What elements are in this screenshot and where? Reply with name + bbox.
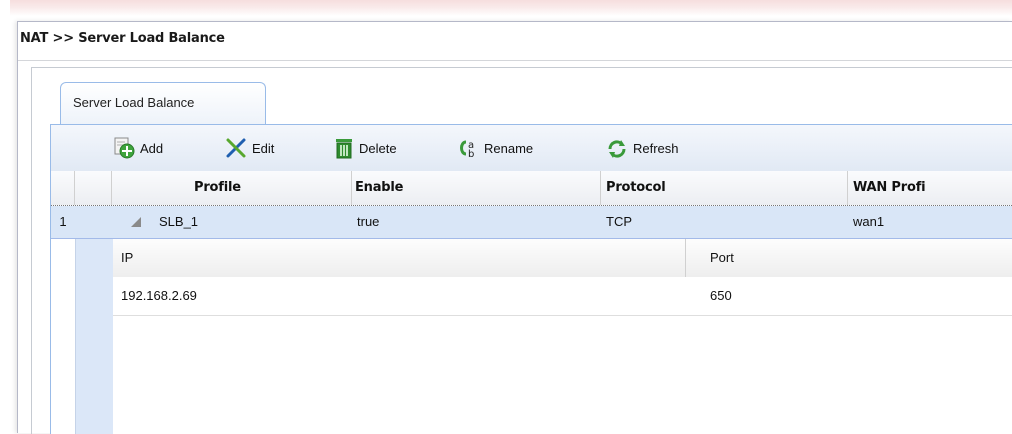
edit-button[interactable]: Edit: [225, 137, 274, 159]
header-enable[interactable]: Enable: [352, 171, 601, 205]
edit-label: Edit: [252, 140, 275, 156]
refresh-label: Refresh: [633, 140, 679, 156]
add-icon: [113, 137, 135, 159]
expanded-row-gutter: [51, 239, 114, 434]
cell-profile: SLB_1: [159, 214, 199, 229]
refresh-button[interactable]: Refresh: [606, 137, 679, 159]
refresh-icon: [606, 137, 628, 159]
header-index: [51, 171, 75, 205]
toolbar: Add Edit Delete a b Rename Refresh: [51, 125, 1012, 172]
rename-icon: a b: [457, 137, 479, 159]
rename-button[interactable]: a b Rename: [457, 137, 533, 159]
tab-server-load-balance[interactable]: Server Load Balance: [60, 82, 266, 124]
delete-icon: [334, 137, 354, 159]
subheader-ip[interactable]: IP: [113, 239, 686, 277]
header-protocol[interactable]: Protocol: [601, 171, 848, 205]
header-wan-profile[interactable]: WAN Profi: [848, 171, 1012, 205]
cell-wan-profile: wan1: [853, 214, 885, 229]
add-label: Add: [140, 140, 164, 156]
subgrid-row[interactable]: 192.168.2.69 650: [113, 277, 1012, 316]
row-index: 1: [59, 214, 67, 229]
divider: [18, 60, 1012, 61]
header-expander: [75, 171, 112, 205]
svg-text:b: b: [468, 149, 474, 159]
expand-arrow-icon[interactable]: [129, 206, 145, 238]
main-window: NAT >> Server Load Balance Server Load B…: [17, 21, 1012, 434]
grid-header: Profile Enable Protocol WAN Profi: [51, 171, 1012, 206]
add-button[interactable]: Add: [113, 137, 163, 159]
subgrid-header: IP Port: [113, 239, 1012, 278]
tab-label: Server Load Balance: [73, 95, 195, 110]
rename-label: Rename: [484, 140, 534, 156]
expanded-row-indicator: [75, 239, 114, 434]
subheader-port[interactable]: Port: [686, 239, 1012, 277]
delete-label: Delete: [359, 140, 397, 156]
top-glow: [10, 0, 1012, 16]
cell-protocol: TCP: [606, 214, 632, 229]
subgrid: IP Port 192.168.2.69 650: [113, 239, 1012, 434]
delete-button[interactable]: Delete: [334, 137, 397, 159]
table-row[interactable]: 1 SLB_1 true TCP wan1: [51, 206, 1012, 239]
subcell-port: 650: [710, 288, 732, 303]
tab-content: Add Edit Delete a b Rename Refresh Profi…: [50, 124, 1012, 434]
subcell-ip: 192.168.2.69: [121, 288, 197, 303]
breadcrumb: NAT >> Server Load Balance: [20, 31, 225, 46]
header-profile[interactable]: Profile: [112, 171, 352, 205]
edit-icon: [225, 137, 247, 159]
cell-enable: true: [357, 214, 380, 229]
